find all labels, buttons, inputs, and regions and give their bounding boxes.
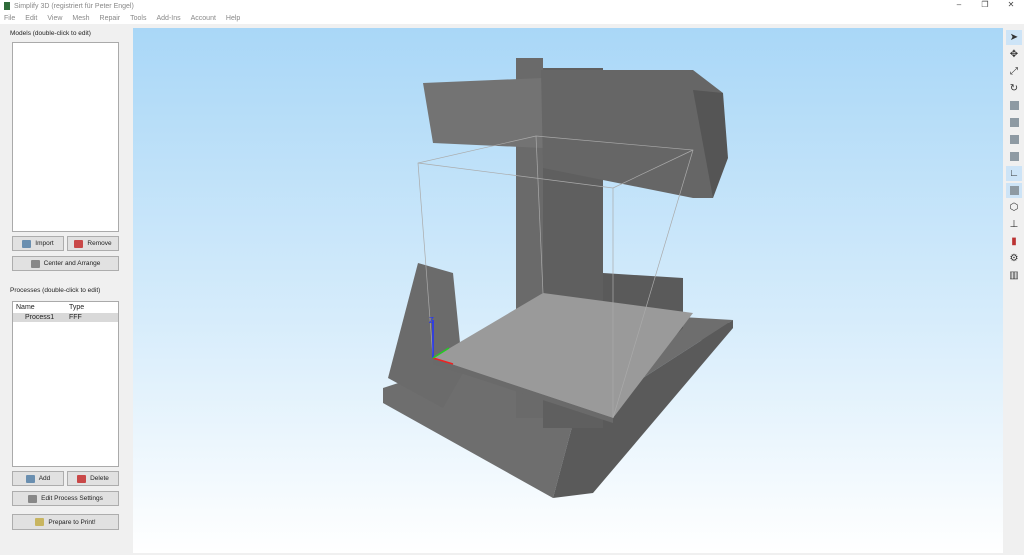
z-axis-label: Z <box>429 316 434 325</box>
zoom-tool-icon[interactable]: ⤢ <box>1006 64 1022 79</box>
remove-icon <box>74 239 84 248</box>
menu-tools[interactable]: Tools <box>130 15 146 22</box>
cross-section-icon[interactable]: ▮ <box>1006 234 1022 249</box>
import-icon <box>22 239 32 248</box>
menu-view[interactable]: View <box>47 15 62 22</box>
center-arrange-button[interactable]: Center and Arrange <box>12 256 119 271</box>
remove-label: Remove <box>87 240 112 247</box>
axes-toggle-icon[interactable]: ∟ <box>1006 166 1022 181</box>
move-tool-icon[interactable]: ✥ <box>1006 47 1022 62</box>
minimize-button[interactable]: – <box>946 0 972 9</box>
window-title: Simplify 3D (registriert für Peter Engel… <box>14 2 134 10</box>
printer-model: Z <box>383 58 733 498</box>
processes-list[interactable]: Name Type Process1 FFF <box>12 301 119 467</box>
import-label: Import <box>35 240 54 247</box>
menu-repair[interactable]: Repair <box>100 15 121 22</box>
delete-button[interactable]: Delete <box>67 471 119 486</box>
add-icon <box>25 474 35 483</box>
center-arrange-label: Center and Arrange <box>43 260 101 267</box>
menu-add-ins[interactable]: Add-Ins <box>156 15 180 22</box>
delete-icon <box>77 474 87 483</box>
add-label: Add <box>38 475 51 482</box>
process-type: FFF <box>69 314 82 321</box>
settings-icon <box>28 494 38 503</box>
wireframe-icon[interactable]: ⬡ <box>1006 200 1022 215</box>
edit-process-label: Edit Process Settings <box>41 495 103 502</box>
process-row[interactable]: Process1 FFF <box>13 313 118 322</box>
process-name: Process1 <box>25 314 55 321</box>
menu-edit[interactable]: Edit <box>25 15 37 22</box>
view-front-icon[interactable] <box>1006 115 1022 130</box>
menu-help[interactable]: Help <box>226 15 240 22</box>
restore-button[interactable]: ❐ <box>972 0 998 9</box>
print-icon <box>35 518 45 526</box>
processes-header: Name Type <box>13 302 118 313</box>
delete-label: Delete <box>90 475 109 482</box>
view-top-icon[interactable] <box>1006 132 1022 147</box>
x-gantry-left <box>423 78 543 148</box>
close-button[interactable]: ✕ <box>998 0 1024 9</box>
select-tool-icon[interactable]: ➤ <box>1006 30 1022 45</box>
models-label: Models (double-click to edit) <box>10 30 91 37</box>
left-panel: Models (double-click to edit) Import Rem… <box>0 24 132 555</box>
arrange-icon <box>30 259 40 268</box>
menu-bar: File Edit View Mesh Repair Tools Add-Ins… <box>0 12 1024 24</box>
prepare-label: Prepare to Print! <box>48 518 96 526</box>
app-icon <box>4 2 10 10</box>
col-name: Name <box>16 304 35 311</box>
add-button[interactable]: Add <box>12 471 64 486</box>
view-side-icon[interactable] <box>1006 149 1022 164</box>
import-button[interactable]: Import <box>12 236 64 251</box>
remove-button[interactable]: Remove <box>67 236 119 251</box>
prepare-to-print-button[interactable]: Prepare to Print! <box>12 514 119 530</box>
menu-mesh[interactable]: Mesh <box>72 15 89 22</box>
settings-gear-icon[interactable]: ⚙ <box>1006 251 1022 266</box>
title-bar: Simplify 3D (registriert für Peter Engel… <box>0 0 1024 12</box>
models-list[interactable] <box>12 42 119 232</box>
build-volume-icon[interactable] <box>1006 183 1022 198</box>
nozzle-icon[interactable]: ⊥ <box>1006 217 1022 232</box>
col-type: Type <box>69 304 85 311</box>
right-toolbar: ➤ ✥ ⤢ ↻ ∟ ⬡ ⊥ ▮ ⚙ ▥ <box>1004 28 1024 553</box>
rotate-tool-icon[interactable]: ↻ <box>1006 81 1022 96</box>
menu-file[interactable]: File <box>4 15 15 22</box>
supports-icon[interactable]: ▥ <box>1006 268 1022 283</box>
processes-label: Processes (double-click to edit) <box>10 287 101 294</box>
menu-account[interactable]: Account <box>191 15 216 22</box>
3d-viewport[interactable]: Z <box>133 28 1003 553</box>
view-iso-icon[interactable] <box>1006 98 1022 113</box>
edit-process-settings-button[interactable]: Edit Process Settings <box>12 491 119 506</box>
